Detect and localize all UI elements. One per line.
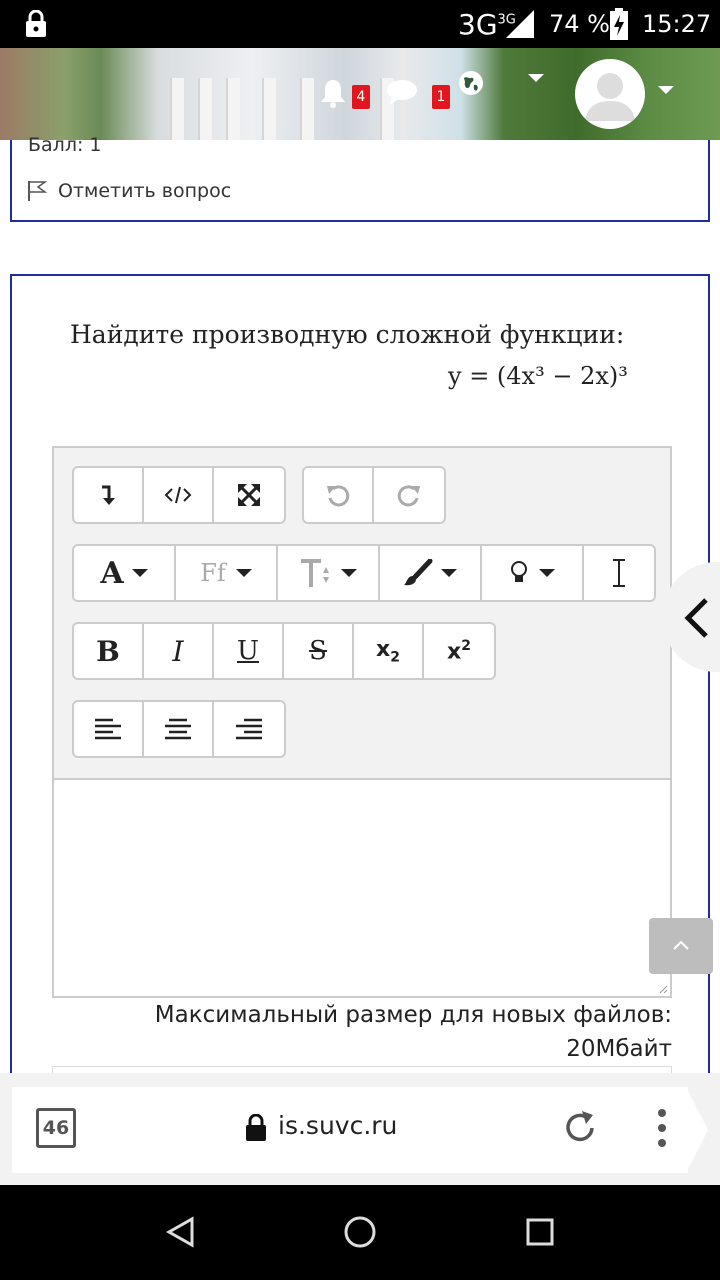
answer-editor: A Ff B I U S x2 x2 bbox=[52, 446, 672, 998]
dropdown-caret-icon bbox=[441, 569, 457, 577]
notifications-count-badge: 4 bbox=[352, 85, 370, 109]
max-file-size-note: Максимальный размер для новых файлов: 20… bbox=[52, 998, 672, 1066]
notifications-bell-icon[interactable] bbox=[318, 78, 348, 108]
redo-icon bbox=[397, 485, 420, 507]
align-center-icon bbox=[165, 718, 191, 740]
messages-count-badge: 1 bbox=[432, 85, 450, 109]
back-to-top-button[interactable] bbox=[649, 918, 713, 974]
hint-button[interactable] bbox=[482, 546, 584, 600]
align-right-icon bbox=[236, 718, 262, 740]
toolbar-group-history bbox=[302, 466, 446, 524]
system-navigation-bar bbox=[0, 1185, 720, 1280]
url-text[interactable]: is.suvc.ru bbox=[278, 1111, 397, 1140]
undo-button[interactable] bbox=[304, 468, 374, 522]
lock-icon bbox=[26, 10, 46, 37]
flag-question-label: Отметить вопрос bbox=[58, 180, 232, 202]
italic-icon: I bbox=[172, 634, 184, 668]
signal-icon bbox=[506, 10, 534, 38]
language-dropdown-caret-icon[interactable] bbox=[528, 74, 544, 82]
secure-lock-icon bbox=[246, 1114, 266, 1141]
battery-percent: 74 % bbox=[549, 10, 610, 38]
max-file-size-value: 20Мбайт bbox=[566, 1036, 672, 1062]
clear-formatting-button[interactable] bbox=[584, 546, 654, 600]
question-formula: y = (4x³ − 2x)³ bbox=[448, 362, 628, 390]
back-triangle-icon[interactable] bbox=[166, 1216, 196, 1248]
background-color-button[interactable] bbox=[380, 546, 482, 600]
battery-charging-icon bbox=[610, 8, 628, 40]
flag-question-link[interactable]: Отметить вопрос bbox=[26, 176, 231, 206]
url-box-arrow-icon bbox=[686, 1087, 708, 1173]
home-circle-icon[interactable] bbox=[343, 1215, 377, 1249]
underline-button[interactable]: U bbox=[214, 624, 284, 678]
flag-icon bbox=[28, 181, 48, 201]
fullscreen-button[interactable] bbox=[214, 468, 284, 522]
user-menu-caret-icon[interactable] bbox=[658, 86, 674, 94]
font-color-button[interactable]: A bbox=[74, 546, 176, 600]
text-cursor-icon bbox=[613, 559, 625, 587]
font-size-button[interactable] bbox=[278, 546, 380, 600]
bold-icon: B bbox=[96, 634, 120, 668]
subscript-button[interactable]: x2 bbox=[354, 624, 424, 678]
user-silhouette-icon bbox=[585, 73, 635, 121]
superscript-icon: x2 bbox=[447, 637, 471, 665]
lightbulb-icon bbox=[511, 561, 527, 582]
reload-icon[interactable] bbox=[562, 1110, 598, 1146]
italic-button[interactable]: I bbox=[144, 624, 214, 678]
clock: 15:27 bbox=[642, 10, 712, 38]
subscript-icon: x2 bbox=[376, 636, 400, 666]
toolbar-group-align bbox=[72, 700, 286, 758]
toolbar-group-style: A Ff bbox=[72, 544, 656, 602]
font-family-button[interactable]: Ff bbox=[176, 546, 278, 600]
recents-square-icon[interactable] bbox=[525, 1217, 555, 1247]
font-color-icon: A bbox=[100, 555, 124, 591]
answer-text-area[interactable] bbox=[54, 782, 670, 996]
font-family-icon: Ff bbox=[200, 559, 226, 587]
more-options-icon[interactable] bbox=[652, 1108, 672, 1148]
status-bar: 3G3G 74 % 15:27 bbox=[0, 0, 720, 48]
max-file-size-label: Максимальный размер для новых файлов: bbox=[154, 1002, 672, 1028]
paint-brush-icon bbox=[404, 559, 433, 586]
strikethrough-icon: S bbox=[309, 636, 327, 666]
toolbar-toggle-button[interactable] bbox=[74, 468, 144, 522]
tab-switcher-button[interactable]: 46 bbox=[36, 1108, 76, 1148]
dropdown-caret-icon bbox=[131, 569, 148, 577]
arrow-down-right-icon bbox=[102, 485, 115, 505]
html-source-button[interactable] bbox=[144, 468, 214, 522]
toolbar-group-format: B I U S x2 x2 bbox=[72, 622, 496, 680]
previous-question-info: Балл: 1 Отметить вопрос bbox=[10, 134, 710, 222]
align-left-button[interactable] bbox=[74, 702, 144, 756]
language-globe-icon[interactable] bbox=[458, 70, 484, 96]
chevron-up-icon bbox=[673, 940, 689, 950]
bold-button[interactable]: B bbox=[74, 624, 144, 678]
align-right-button[interactable] bbox=[214, 702, 284, 756]
align-left-icon bbox=[95, 718, 121, 740]
chevron-left-icon bbox=[684, 598, 708, 638]
font-size-icon bbox=[301, 559, 329, 587]
question-text: Найдите производную сложной функции: bbox=[70, 320, 625, 349]
dropdown-caret-icon bbox=[341, 569, 357, 577]
superscript-button[interactable]: x2 bbox=[424, 624, 494, 678]
expand-icon bbox=[238, 484, 260, 506]
toolbar-group-view bbox=[72, 466, 286, 524]
code-icon bbox=[164, 486, 192, 504]
user-avatar[interactable] bbox=[575, 59, 645, 129]
question-score: Балл: 1 bbox=[28, 134, 102, 156]
resize-handle-icon[interactable] bbox=[658, 984, 668, 994]
align-center-button[interactable] bbox=[144, 702, 214, 756]
underline-icon: U bbox=[237, 636, 259, 666]
question-card: Найдите производную сложной функции: y =… bbox=[10, 274, 710, 1096]
undo-icon bbox=[327, 485, 350, 507]
messages-icon[interactable] bbox=[386, 78, 418, 106]
strikethrough-button[interactable]: S bbox=[284, 624, 354, 678]
dropdown-caret-icon bbox=[539, 569, 555, 577]
redo-button[interactable] bbox=[374, 468, 444, 522]
editor-toolbar: A Ff B I U S x2 x2 bbox=[54, 448, 670, 780]
dropdown-caret-icon bbox=[235, 569, 252, 577]
